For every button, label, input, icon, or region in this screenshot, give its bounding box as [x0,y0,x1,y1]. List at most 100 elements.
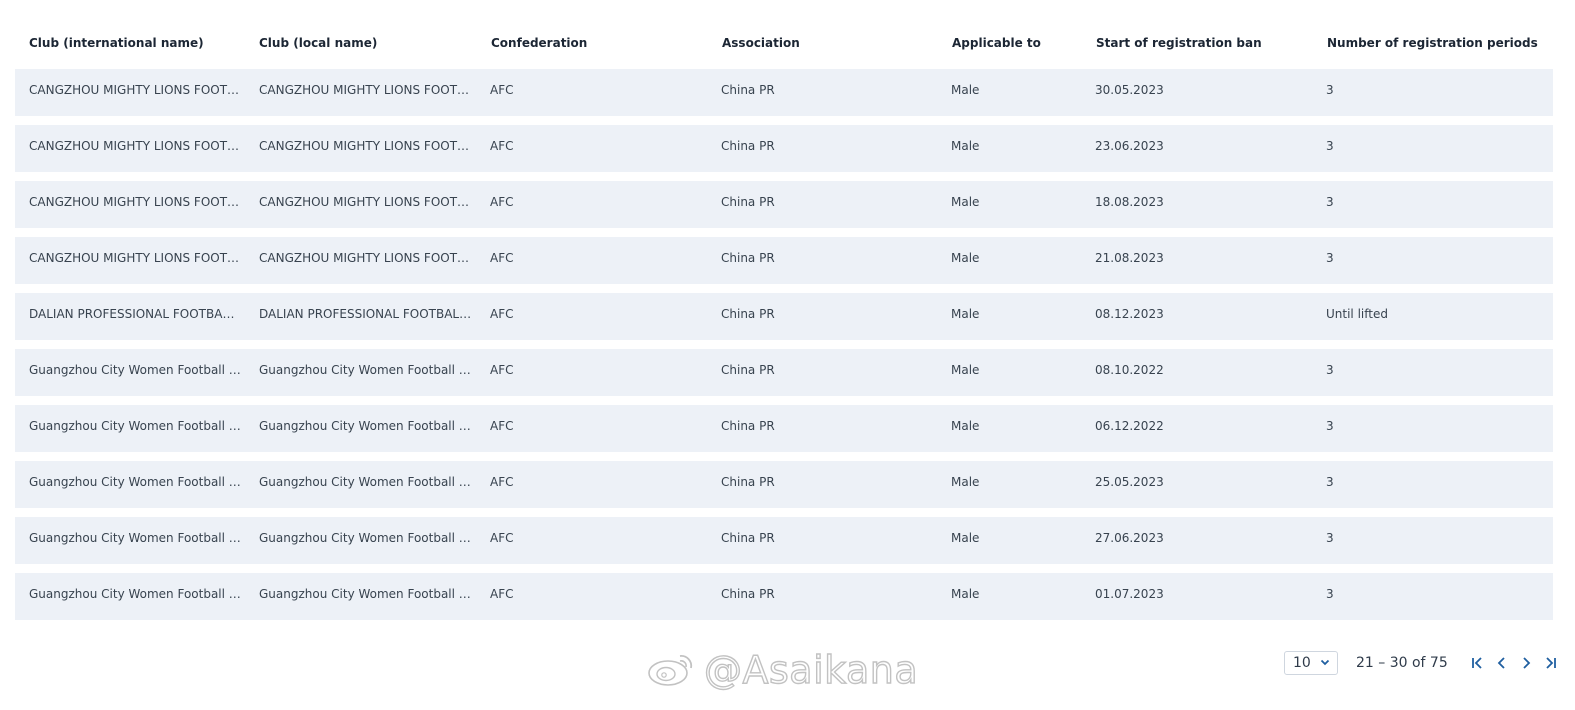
next-page-button[interactable] [1514,651,1538,675]
cell-applicable-to: Male [951,195,980,209]
cell-applicable-to: Male [951,251,980,265]
cell-club-international-name: Guangzhou City Women Football Cl... [29,419,241,433]
cell-applicable-to: Male [951,363,980,377]
cell-club-international-name: DALIAN PROFESSIONAL FOOTBALL ... [29,307,241,321]
cell-club-international-name: Guangzhou City Women Football Cl... [29,531,241,545]
cell-applicable-to: Male [951,139,980,153]
cell-club-local-name: Guangzhou City Women Football Cl... [259,587,473,601]
cell-start-of-registration-ban: 01.07.2023 [1095,587,1164,601]
page-size-select[interactable]: 10 [1284,651,1338,675]
cell-club-local-name: CANGZHOU MIGHTY LIONS FOOTB... [259,251,473,265]
page: Club (international name) Club (local na… [0,0,1575,710]
cell-applicable-to: Male [951,307,980,321]
cell-club-international-name: CANGZHOU MIGHTY LIONS FOOTB... [29,195,241,209]
cell-number-of-registration-periods: 3 [1326,251,1334,265]
cell-club-local-name: Guangzhou City Women Football Cl... [259,475,473,489]
cell-confederation: AFC [490,363,514,377]
table-row[interactable]: Guangzhou City Women Football Cl... Guang… [15,517,1553,564]
cell-club-local-name: Guangzhou City Women Football Cl... [259,363,473,377]
cell-club-international-name: Guangzhou City Women Football Cl... [29,475,241,489]
header-applicable-to[interactable]: Applicable to [952,36,1041,50]
cell-start-of-registration-ban: 18.08.2023 [1095,195,1164,209]
header-confederation[interactable]: Confederation [491,36,611,50]
cell-confederation: AFC [490,251,514,265]
cell-confederation: AFC [490,307,514,321]
cell-applicable-to: Male [951,475,980,489]
cell-applicable-to: Male [951,531,980,545]
cell-number-of-registration-periods: 3 [1326,587,1334,601]
cell-applicable-to: Male [951,419,980,433]
cell-confederation: AFC [490,587,514,601]
table-row[interactable]: CANGZHOU MIGHTY LIONS FOOTB... CANGZHOU M… [15,181,1553,228]
header-association[interactable]: Association [722,36,842,50]
watermark-text: @Asaikana [703,647,919,692]
cell-number-of-registration-periods: 3 [1326,363,1334,377]
cell-club-international-name: CANGZHOU MIGHTY LIONS FOOTB... [29,83,241,97]
weibo-logo-icon [646,648,696,692]
cell-club-local-name: CANGZHOU MIGHTY LIONS FOOTB... [259,139,473,153]
table-row[interactable]: Guangzhou City Women Football Cl... Guang… [15,461,1553,508]
page-range-label: 21 – 30 of 75 [1356,655,1448,671]
cell-confederation: AFC [490,139,514,153]
header-number-of-registration-periods[interactable]: Number of registration periods [1327,36,1547,50]
cell-start-of-registration-ban: 21.08.2023 [1095,251,1164,265]
cell-club-international-name: Guangzhou City Women Football Cl... [29,363,241,377]
cell-club-local-name: CANGZHOU MIGHTY LIONS FOOTB... [259,195,473,209]
cell-club-local-name: Guangzhou City Women Football Cl... [259,419,473,433]
first-page-icon [1471,657,1482,669]
cell-association: China PR [721,475,775,489]
table-row[interactable]: Guangzhou City Women Football Cl... Guang… [15,405,1553,452]
cell-applicable-to: Male [951,587,980,601]
cell-club-local-name: DALIAN PROFESSIONAL FOOTBALL ... [259,307,473,321]
header-club-international-name[interactable]: Club (international name) [29,36,241,50]
cell-club-international-name: CANGZHOU MIGHTY LIONS FOOTB... [29,139,241,153]
cell-number-of-registration-periods: 3 [1326,195,1334,209]
cell-club-local-name: CANGZHOU MIGHTY LIONS FOOTB... [259,83,473,97]
header-start-of-registration-ban[interactable]: Start of registration ban [1096,36,1262,50]
cell-start-of-registration-ban: 27.06.2023 [1095,531,1164,545]
next-page-icon [1523,657,1531,669]
paginator: 10 21 – 30 of 75 [1284,650,1562,676]
cell-start-of-registration-ban: 30.05.2023 [1095,83,1164,97]
table-row[interactable]: CANGZHOU MIGHTY LIONS FOOTB... CANGZHOU M… [15,237,1553,284]
cell-number-of-registration-periods: Until lifted [1326,307,1388,321]
last-page-button[interactable] [1538,651,1562,675]
cell-start-of-registration-ban: 08.10.2022 [1095,363,1164,377]
previous-page-icon [1497,657,1505,669]
cell-number-of-registration-periods: 3 [1326,83,1334,97]
cell-number-of-registration-periods: 3 [1326,419,1334,433]
cell-association: China PR [721,83,775,97]
table-body: CANGZHOU MIGHTY LIONS FOOTB... CANGZHOU M… [15,69,1553,620]
table-header: Club (international name) Club (local na… [15,22,1553,69]
cell-number-of-registration-periods: 3 [1326,139,1334,153]
cell-number-of-registration-periods: 3 [1326,475,1334,489]
cell-confederation: AFC [490,419,514,433]
cell-association: China PR [721,363,775,377]
cell-confederation: AFC [490,83,514,97]
cell-club-international-name: CANGZHOU MIGHTY LIONS FOOTB... [29,251,241,265]
cell-number-of-registration-periods: 3 [1326,531,1334,545]
watermark: @Asaikana [646,647,919,693]
cell-club-local-name: Guangzhou City Women Football Cl... [259,531,473,545]
chevron-down-icon [1320,659,1330,666]
last-page-icon [1546,657,1556,669]
cell-start-of-registration-ban: 08.12.2023 [1095,307,1164,321]
cell-club-international-name: Guangzhou City Women Football Cl... [29,587,241,601]
cell-confederation: AFC [490,475,514,489]
header-club-local-name[interactable]: Club (local name) [259,36,473,50]
table-row[interactable]: CANGZHOU MIGHTY LIONS FOOTB... CANGZHOU M… [15,125,1553,172]
cell-applicable-to: Male [951,83,980,97]
first-page-button[interactable] [1466,651,1490,675]
table-row[interactable]: Guangzhou City Women Football Cl... Guang… [15,349,1553,396]
cell-start-of-registration-ban: 23.06.2023 [1095,139,1164,153]
table-row[interactable]: CANGZHOU MIGHTY LIONS FOOTB... CANGZHOU M… [15,69,1553,116]
cell-association: China PR [721,419,775,433]
registration-ban-table: Club (international name) Club (local na… [15,22,1553,629]
table-row[interactable]: Guangzhou City Women Football Cl... Guang… [15,573,1553,620]
cell-start-of-registration-ban: 06.12.2022 [1095,419,1164,433]
previous-page-button[interactable] [1490,651,1514,675]
cell-association: China PR [721,587,775,601]
cell-confederation: AFC [490,195,514,209]
cell-association: China PR [721,531,775,545]
table-row[interactable]: DALIAN PROFESSIONAL FOOTBALL ... DALIAN P… [15,293,1553,340]
